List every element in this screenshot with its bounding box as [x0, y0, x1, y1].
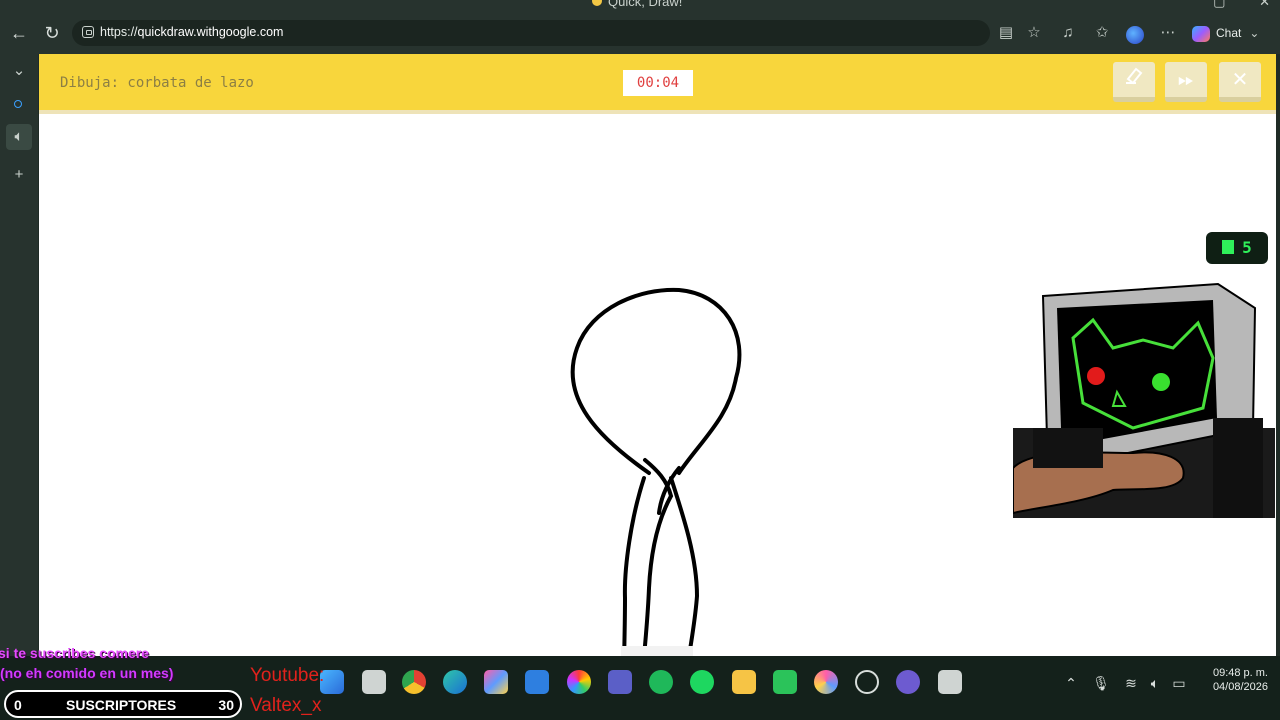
favorite-star-icon[interactable]: ☆ [1022, 20, 1046, 46]
chevron-down-icon[interactable]: ⌄ [1249, 26, 1259, 40]
eraser-icon [1126, 67, 1143, 85]
taskbar-clock[interactable]: 09:48 p. m. 04/08/2026 [1198, 666, 1268, 694]
ai-guess-bubble: ... [621, 646, 693, 656]
close-icon: ✕ [1231, 69, 1249, 91]
file-explorer-icon[interactable] [732, 670, 756, 694]
browser-toolbar: ← ↻ https://quickdraw.withgoogle.com ▤ ☆… [0, 12, 1280, 54]
task-view-icon[interactable] [362, 670, 386, 694]
url-text: https://quickdraw.withgoogle.com [100, 25, 284, 39]
window-controls: ▢ ✕ [1183, 0, 1270, 10]
chrome-icon[interactable] [402, 670, 426, 694]
arm-shadow [1213, 418, 1263, 518]
minecraft-icon[interactable] [773, 670, 797, 694]
profile-avatar-icon[interactable] [1126, 26, 1144, 44]
back-arrow-icon[interactable]: ← [6, 20, 32, 46]
teams-icon[interactable] [608, 670, 632, 694]
fast-forward-icon: ⏩︎ [1178, 69, 1194, 91]
platform-label: Youtube: [250, 665, 325, 686]
window-titlebar: Quick, Draw! ▢ ✕ [0, 0, 1280, 12]
edge-icon[interactable] [443, 670, 467, 694]
promo-text-line1: si te suscribes comere [0, 645, 149, 661]
collapse-sidebar-chevron-icon[interactable]: ⌄ [6, 58, 32, 84]
add-icon[interactable]: + [6, 162, 32, 188]
microphone-icon[interactable]: 🎙︎ [1090, 671, 1112, 695]
subs-goal-label: SUSCRIPTORES [66, 697, 177, 713]
subs-goal-max: 30 [218, 697, 234, 713]
window-title: Quick, Draw! [608, 0, 683, 9]
spotify-icon[interactable] [690, 670, 714, 694]
copilot-logo-icon [1192, 25, 1210, 42]
stroke-left-tail [622, 476, 646, 656]
battery-icon[interactable]: ▭ [1168, 671, 1190, 695]
stroke-loop [570, 287, 742, 475]
channel-name: Valtex_x [250, 695, 322, 716]
clock-date: 04/08/2026 [1212, 681, 1268, 693]
wifi-icon[interactable]: ≋ [1120, 671, 1142, 695]
obs-icon[interactable] [567, 670, 591, 694]
reading-view-icon[interactable]: ▤ [994, 20, 1018, 46]
more-options-icon[interactable]: ⋯ [1156, 20, 1180, 46]
green-eye [1152, 373, 1170, 391]
countdown-timer: 00:04 [623, 70, 693, 96]
score-badge: 5 [1206, 232, 1268, 264]
extensions-music-icon[interactable]: ♫ [1056, 20, 1080, 46]
volume-icon[interactable]: 🔈︎ [1144, 671, 1166, 695]
stroke-right-tail [669, 476, 700, 656]
search-icon[interactable] [14, 100, 22, 108]
eraser-button[interactable] [1113, 62, 1155, 102]
discord-icon[interactable] [896, 670, 920, 694]
promo-text-line2: (no eh comido en un mes) [0, 665, 174, 681]
subs-goal-min: 0 [14, 697, 22, 713]
streamer-avatar [1013, 282, 1275, 518]
quickdraw-favicon-icon [592, 0, 602, 6]
tray-chevron-up-icon[interactable]: ⌃ [1060, 671, 1082, 695]
screen: Quick, Draw! ▢ ✕ ← ↻ https://quickdraw.w… [0, 0, 1280, 720]
app-icon[interactable] [938, 670, 962, 694]
game-header: Dibuja: corbata de lazo 00:04 ⏩︎ ✕ [39, 54, 1276, 114]
copilot-app-icon[interactable] [484, 670, 508, 694]
chat-button-label: Chat [1216, 26, 1242, 40]
messenger-icon[interactable] [649, 670, 673, 694]
close-window-icon[interactable]: ✕ [1259, 0, 1270, 10]
sleeve [1033, 428, 1103, 468]
chat-button[interactable]: Chat ⌄ [1192, 21, 1259, 45]
subscriber-goal-bar: 0 SUSCRIPTORES 30 [4, 690, 242, 718]
site-info-icon[interactable] [82, 26, 94, 38]
clock-time: 09:48 p. m. [1212, 667, 1268, 679]
skip-button[interactable]: ⏩︎ [1165, 62, 1207, 102]
close-game-button[interactable]: ✕ [1219, 62, 1261, 102]
photos-icon[interactable] [814, 670, 838, 694]
maximize-icon[interactable]: ▢ [1213, 0, 1225, 10]
drawing-prompt: Dibuja: corbata de lazo [60, 75, 254, 91]
speaker-icon[interactable]: 🔈︎ [6, 124, 32, 150]
monitor-screen [1057, 300, 1217, 442]
red-eye [1087, 367, 1105, 385]
favorites-icon[interactable]: ✩ [1090, 20, 1114, 46]
address-bar[interactable]: https://quickdraw.withgoogle.com [72, 20, 990, 46]
reload-icon[interactable]: ↻ [39, 20, 65, 46]
chrome-profile-icon[interactable] [855, 670, 879, 694]
browser-sidebar: ⌄ 🔈︎ + [0, 54, 38, 656]
mail-icon[interactable] [525, 670, 549, 694]
green-k-icon [1222, 240, 1235, 254]
